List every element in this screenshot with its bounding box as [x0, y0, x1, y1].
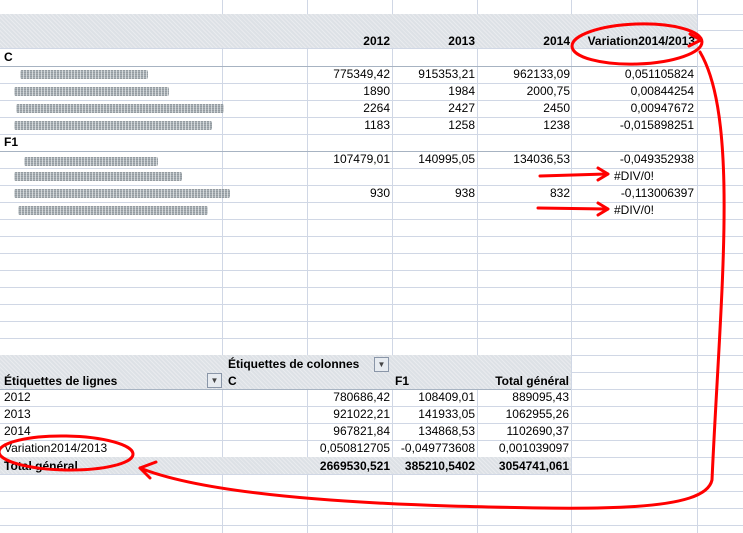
pivot-col-header-c[interactable]: C	[228, 374, 237, 388]
redacted-row-label	[14, 189, 230, 198]
table-cell[interactable]: #DIV/0!	[614, 169, 654, 183]
table-cell[interactable]: 0,051105824	[560, 67, 694, 81]
table-cell[interactable]: 0,001039097	[478, 441, 569, 455]
table-cell[interactable]: 775349,42	[300, 67, 390, 81]
table-cell[interactable]: 2427	[385, 101, 475, 115]
table-cell[interactable]: 967821,84	[300, 424, 390, 438]
table-cell[interactable]: 2450	[478, 101, 570, 115]
top-header-2014[interactable]: 2014	[478, 34, 570, 48]
table-cell[interactable]: 3054741,061	[478, 459, 569, 473]
table-cell[interactable]: 1238	[478, 118, 570, 132]
table-cell[interactable]: 107479,01	[300, 152, 390, 166]
table-cell[interactable]: 780686,42	[300, 390, 390, 404]
table-cell[interactable]: -0,015898251	[560, 118, 694, 132]
table-cell[interactable]: 930	[300, 186, 390, 200]
table-cell[interactable]: 1258	[385, 118, 475, 132]
table-cell[interactable]: 1102690,37	[478, 424, 569, 438]
table-cell[interactable]: 0,00844254	[560, 84, 694, 98]
column-labels-caption[interactable]: Étiquettes de colonnes	[228, 357, 359, 371]
table-cell[interactable]: 2264	[300, 101, 390, 115]
group-label-f1[interactable]: F1	[4, 135, 18, 149]
table-cell[interactable]: 962133,09	[478, 67, 570, 81]
pivot-col-header-f1[interactable]: F1	[395, 374, 409, 388]
table-cell[interactable]: 1062955,26	[478, 407, 569, 421]
column-labels-filter-button[interactable]: ▼	[374, 357, 389, 372]
table-cell[interactable]: #DIV/0!	[614, 203, 654, 217]
table-cell[interactable]: -0,049352938	[560, 152, 694, 166]
table-cell[interactable]: 0,00947672	[560, 101, 694, 115]
table-cell[interactable]: 2000,75	[478, 84, 570, 98]
table-cell[interactable]: 889095,43	[478, 390, 569, 404]
table-cell[interactable]: 1183	[300, 118, 390, 132]
table-cell[interactable]: 141933,05	[385, 407, 475, 421]
table-cell[interactable]: 921022,21	[300, 407, 390, 421]
pivot-row-label[interactable]: 2013	[4, 407, 31, 421]
redacted-row-label	[14, 172, 182, 181]
table-cell[interactable]: 2669530,521	[300, 459, 390, 473]
pivot-row-label[interactable]: 2012	[4, 390, 31, 404]
table-cell[interactable]: -0,113006397	[560, 186, 694, 200]
table-cell[interactable]: 915353,21	[385, 67, 475, 81]
table-cell[interactable]: 134868,53	[385, 424, 475, 438]
table-cell[interactable]: 134036,53	[478, 152, 570, 166]
table-cell[interactable]: 140995,05	[385, 152, 475, 166]
table-cell[interactable]: 832	[478, 186, 570, 200]
redacted-row-label	[18, 206, 208, 215]
table-cell[interactable]: 1890	[300, 84, 390, 98]
row-labels-caption[interactable]: Étiquettes de lignes	[4, 374, 117, 388]
redacted-row-label	[20, 70, 148, 79]
pivot-row-label[interactable]: Variation2014/2013	[4, 441, 107, 455]
redacted-row-label	[14, 87, 169, 96]
table-cell[interactable]: 0,050812705	[300, 441, 390, 455]
pivot-row-label[interactable]: 2014	[4, 424, 31, 438]
row-labels-filter-button[interactable]: ▼	[207, 373, 222, 388]
top-header-2013[interactable]: 2013	[385, 34, 475, 48]
grand-total-label[interactable]: Total général	[4, 459, 78, 473]
table-cell[interactable]: 385210,5402	[385, 459, 475, 473]
group-label-c[interactable]: C	[4, 50, 13, 64]
table-cell[interactable]: 938	[385, 186, 475, 200]
pivot-col-header-total[interactable]: Total général	[478, 374, 569, 388]
redacted-row-label	[16, 104, 224, 113]
table-cell[interactable]: -0,049773608	[385, 441, 475, 455]
table-cell[interactable]: 1984	[385, 84, 475, 98]
redacted-row-label	[24, 157, 158, 166]
table-cell[interactable]: 108409,01	[385, 390, 475, 404]
redacted-row-label	[14, 121, 212, 130]
top-header-2012[interactable]: 2012	[300, 34, 390, 48]
top-header-variation[interactable]: Variation2014/2013	[560, 34, 695, 48]
